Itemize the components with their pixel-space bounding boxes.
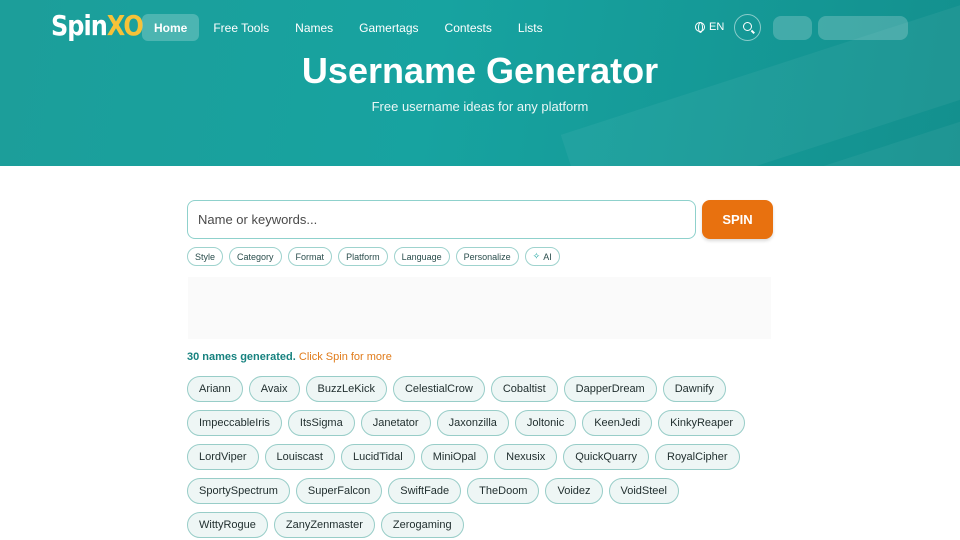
name-chip[interactable]: Avaix bbox=[248, 376, 300, 402]
name-chip[interactable]: Janetator bbox=[360, 410, 431, 436]
nav-item-free-tools[interactable]: Free Tools bbox=[201, 14, 281, 41]
nav-menu: Home Free Tools Names Gamertags Contests List… bbox=[142, 14, 557, 41]
page-title: Username Generator bbox=[301, 50, 659, 91]
filter-category[interactable]: Category bbox=[229, 247, 282, 266]
name-chip[interactable]: ImpeccableIris bbox=[187, 410, 282, 436]
results-count: 30 names generated. bbox=[187, 351, 296, 363]
spin-button[interactable]: SPIN bbox=[702, 200, 773, 239]
filter-label: Category bbox=[237, 251, 274, 262]
logo-main-text: Spin bbox=[51, 9, 108, 43]
filter-format[interactable]: Format bbox=[287, 247, 333, 266]
name-chip[interactable]: Cobaltist bbox=[490, 376, 558, 402]
name-chip[interactable]: CelestialCrow bbox=[392, 376, 485, 402]
filter-platform[interactable]: Platform bbox=[338, 247, 388, 266]
nav-item-gamertags[interactable]: Gamertags bbox=[347, 14, 430, 41]
name-chip[interactable]: TheDoom bbox=[467, 478, 540, 504]
page-subtitle: Free username ideas for any platform bbox=[371, 99, 589, 114]
name-chip[interactable]: Voidez bbox=[545, 478, 603, 504]
name-chip[interactable]: Jaxonzilla bbox=[436, 410, 509, 436]
name-chip[interactable]: Dawnify bbox=[662, 376, 726, 402]
filter-label: Style bbox=[195, 251, 216, 262]
name-chip[interactable]: KeenJedi bbox=[582, 410, 653, 436]
filter-label: Platform bbox=[346, 251, 380, 262]
name-chip[interactable]: MiniOpal bbox=[420, 444, 489, 470]
filter-bar: Style Category Format Platform Language Perso… bbox=[187, 247, 560, 266]
logo[interactable]: SpinXO bbox=[51, 9, 144, 43]
filter-ai[interactable]: ✧ AI bbox=[524, 247, 560, 266]
results-status: 30 names generated. Click Spin for more bbox=[187, 351, 392, 363]
login-button[interactable] bbox=[773, 16, 812, 40]
name-chip[interactable]: VoidSteel bbox=[608, 478, 679, 504]
name-chip[interactable]: LucidTidal bbox=[340, 444, 415, 470]
filter-style[interactable]: Style bbox=[187, 247, 224, 266]
filter-label: Language bbox=[401, 251, 442, 262]
name-chip[interactable]: QuickQuarry bbox=[563, 444, 649, 470]
signup-button[interactable] bbox=[818, 16, 908, 40]
name-chip[interactable]: SportySpectrum bbox=[187, 478, 290, 504]
name-chip[interactable]: Zerogaming bbox=[380, 512, 464, 538]
name-chip[interactable]: SwiftFade bbox=[388, 478, 462, 504]
filter-language[interactable]: Language bbox=[393, 247, 450, 266]
name-chip[interactable]: Louiscast bbox=[264, 444, 335, 470]
name-chip[interactable]: BuzzLeKick bbox=[305, 376, 387, 402]
nav-item-contests[interactable]: Contests bbox=[433, 14, 504, 41]
sparkle-icon: ✧ bbox=[532, 251, 541, 261]
language-selector[interactable]: EN bbox=[695, 21, 724, 33]
name-chip[interactable]: Joltonic bbox=[514, 410, 577, 436]
name-chip[interactable]: DapperDream bbox=[563, 376, 657, 402]
nav-item-home[interactable]: Home bbox=[142, 14, 200, 41]
filter-personalize[interactable]: Personalize bbox=[455, 247, 519, 266]
name-chip[interactable]: KinkyReaper bbox=[658, 410, 746, 436]
nav-item-names[interactable]: Names bbox=[283, 14, 345, 41]
logo-accent-text: XO bbox=[106, 9, 144, 43]
name-keywords-input[interactable] bbox=[187, 200, 696, 239]
generated-names-list: Ariann Avaix BuzzLeKick CelestialCrow Cobalt… bbox=[187, 376, 757, 538]
name-chip[interactable]: Nexusix bbox=[494, 444, 558, 470]
name-chip[interactable]: LordViper bbox=[187, 444, 259, 470]
filter-label: AI bbox=[543, 251, 552, 262]
language-label: EN bbox=[709, 21, 725, 33]
search-button[interactable] bbox=[734, 14, 761, 41]
name-chip[interactable]: ItsSigma bbox=[287, 410, 355, 436]
search-icon-handle bbox=[751, 29, 755, 34]
name-chip[interactable]: Ariann bbox=[187, 376, 243, 402]
name-chip[interactable]: SuperFalcon bbox=[295, 478, 383, 504]
globe-icon bbox=[695, 22, 705, 33]
name-chip[interactable]: RoyalCipher bbox=[655, 444, 740, 470]
filter-label: Personalize bbox=[463, 251, 511, 262]
filter-label: Format bbox=[295, 251, 325, 262]
spin-more-hint: Click Spin for more bbox=[298, 351, 392, 363]
hero-banner: SpinXO Home Free Tools Names Gamertags Conte… bbox=[0, 0, 960, 166]
ad-placeholder bbox=[188, 277, 771, 339]
top-nav: SpinXO Home Free Tools Names Gamertags Conte… bbox=[0, 0, 960, 54]
name-chip[interactable]: ZanyZenmaster bbox=[273, 512, 375, 538]
nav-item-lists[interactable]: Lists bbox=[506, 14, 555, 41]
name-chip[interactable]: WittyRogue bbox=[187, 512, 268, 538]
